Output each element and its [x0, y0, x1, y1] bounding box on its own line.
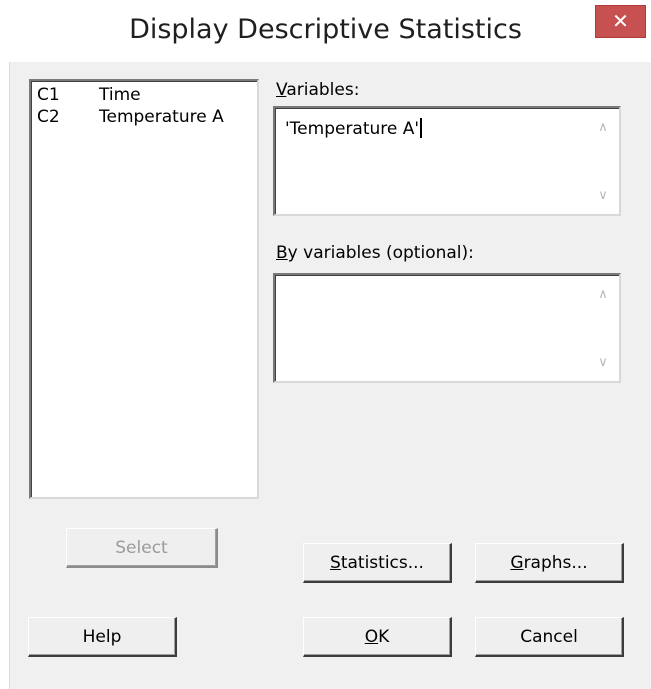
column-id: C2: [37, 107, 60, 127]
column-listbox[interactable]: C1 Time C2 Temperature A: [29, 79, 259, 499]
ok-accel: O: [364, 627, 379, 647]
chevron-up-icon[interactable]: ∧: [595, 287, 611, 303]
help-button-label: Help: [82, 627, 122, 647]
by-variables-label: By variables (optional):: [276, 243, 474, 263]
graphs-button[interactable]: Graphs...: [475, 543, 624, 583]
text-caret: [420, 118, 423, 138]
statistics-accel: S: [330, 553, 341, 573]
chevron-down-icon[interactable]: ∨: [595, 188, 611, 204]
title-bar: Display Descriptive Statistics ✕: [0, 0, 651, 62]
statistics-button[interactable]: Statistics...: [303, 543, 452, 583]
cancel-button-label: Cancel: [520, 627, 578, 647]
ok-button-label: K: [378, 627, 390, 647]
window-title: Display Descriptive Statistics: [129, 14, 522, 45]
close-icon: ✕: [612, 9, 629, 33]
column-name: Time: [99, 85, 141, 105]
variables-value: 'Temperature A': [285, 118, 423, 139]
by-variables-label-text: y variables (optional):: [287, 243, 474, 263]
select-button[interactable]: Select: [66, 528, 218, 568]
statistics-button-label: tatistics...: [340, 553, 424, 573]
variables-label: Variables:: [276, 80, 359, 100]
by-variables-label-accel: B: [276, 243, 288, 263]
variables-field[interactable]: 'Temperature A' ∧ ∨: [273, 106, 621, 216]
close-button[interactable]: ✕: [595, 5, 646, 38]
variables-label-text: ariables:: [286, 80, 360, 100]
column-id: C1: [37, 85, 60, 105]
chevron-down-icon[interactable]: ∨: [595, 355, 611, 371]
graphs-accel: G: [510, 553, 524, 573]
cancel-button[interactable]: Cancel: [475, 617, 624, 657]
chevron-up-icon[interactable]: ∧: [595, 120, 611, 136]
variables-label-accel: V: [276, 80, 287, 100]
by-variables-field[interactable]: ∧ ∨: [273, 273, 621, 383]
select-button-label: Select: [115, 538, 168, 558]
variables-text: 'Temperature A': [285, 119, 420, 139]
ok-button[interactable]: OK: [303, 617, 452, 657]
graphs-button-label: raphs...: [523, 553, 588, 573]
help-button[interactable]: Help: [28, 617, 177, 657]
column-name: Temperature A: [99, 107, 224, 127]
